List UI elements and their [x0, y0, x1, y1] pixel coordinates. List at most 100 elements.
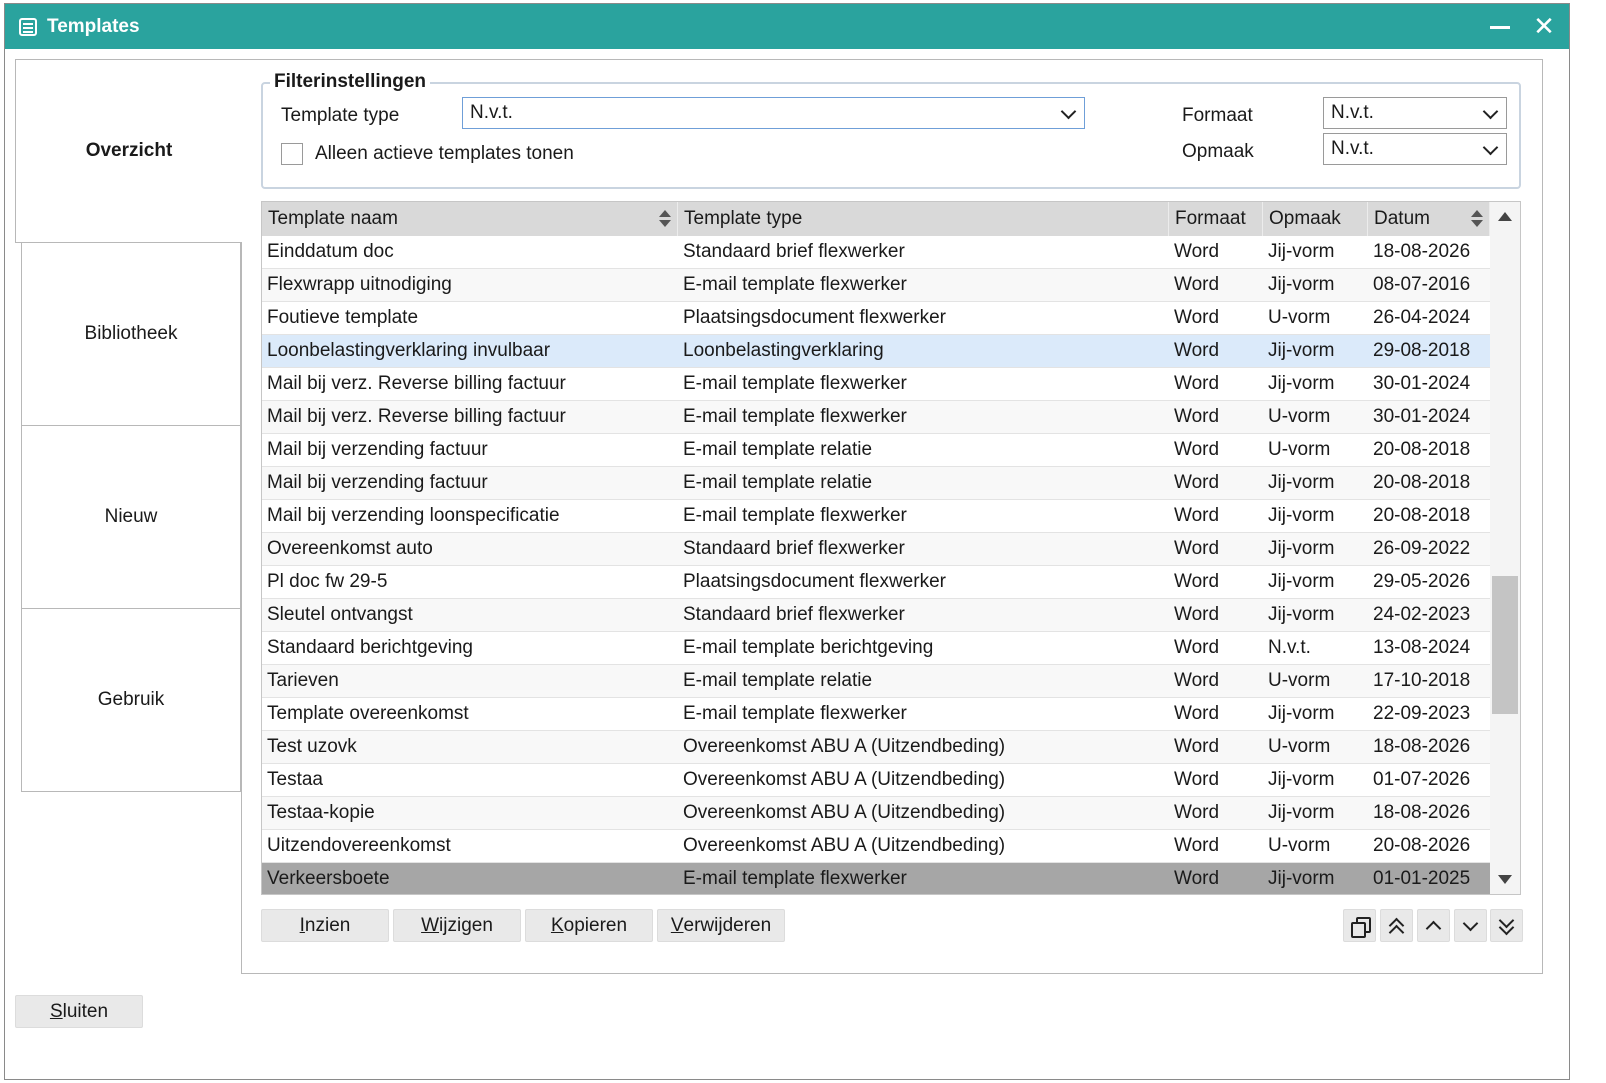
table-row[interactable]: Standaard berichtgeving E-mail template b…: [262, 632, 1490, 665]
table-row[interactable]: Pl doc fw 29-5 Plaatsingsdocument flexwer…: [262, 566, 1490, 599]
move-to-bottom-button[interactable]: [1490, 909, 1523, 942]
cell-template-type: E-mail template flexwerker: [683, 505, 907, 526]
table-row[interactable]: Uitzendovereenkomst Overeenkomst ABU A (U…: [262, 830, 1490, 863]
copy-button[interactable]: [1343, 909, 1376, 942]
minimize-button[interactable]: [1483, 10, 1517, 42]
table-row[interactable]: Loonbelastingverklaring invulbaar Loonbel…: [262, 335, 1490, 368]
cell-datum: 29-08-2018: [1373, 340, 1471, 361]
inzien-button[interactable]: Inzien: [261, 909, 389, 942]
filter-legend: Filterinstellingen: [270, 71, 431, 93]
cell-template-type: Plaatsingsdocument flexwerker: [683, 307, 946, 328]
table-row[interactable]: Verkeersboete E-mail template flexwerker W…: [262, 863, 1490, 894]
scroll-up-icon[interactable]: [1498, 212, 1512, 221]
cell-datum: 30-01-2024: [1373, 373, 1471, 394]
scroll-down-icon[interactable]: [1498, 875, 1512, 884]
cell-opmaak: Jij-vorm: [1268, 241, 1335, 262]
cell-formaat: Word: [1174, 373, 1220, 394]
cell-formaat: Word: [1174, 670, 1220, 691]
cell-opmaak: Jij-vorm: [1268, 802, 1335, 823]
table-row[interactable]: Testaa-kopie Overeenkomst ABU A (Uitzendb…: [262, 797, 1490, 830]
table-row[interactable]: Mail bij verz. Reverse billing factuur E-…: [262, 401, 1490, 434]
table-row[interactable]: Mail bij verz. Reverse billing factuur E-…: [262, 368, 1490, 401]
button-label: ijzigen: [439, 914, 493, 936]
cell-template-naam: Mail bij verz. Reverse billing factuur: [267, 406, 566, 427]
only-active-label: Alleen actieve templates tonen: [315, 143, 574, 164]
cell-formaat: Word: [1174, 637, 1220, 658]
cell-datum: 18-08-2026: [1373, 802, 1471, 823]
cell-template-type: E-mail template flexwerker: [683, 868, 907, 889]
cell-formaat: Word: [1174, 241, 1220, 262]
column-header-formaat[interactable]: Formaat: [1169, 202, 1263, 236]
cell-template-type: E-mail template flexwerker: [683, 406, 907, 427]
table-row[interactable]: Mail bij verzending loonspecificatie E-ma…: [262, 500, 1490, 533]
template-type-value: N.v.t.: [470, 102, 513, 123]
cell-template-type: Loonbelastingverklaring: [683, 340, 884, 361]
cell-template-naam: Foutieve template: [267, 307, 419, 328]
column-header-datum[interactable]: Datum: [1368, 202, 1490, 236]
cell-opmaak: U-vorm: [1268, 736, 1331, 757]
only-active-checkbox[interactable]: [281, 143, 303, 165]
chevron-down-icon: [1482, 103, 1499, 120]
cell-datum: 18-08-2026: [1373, 241, 1471, 262]
table-row[interactable]: Mail bij verzending factuur E-mail templa…: [262, 434, 1490, 467]
column-header-template-type[interactable]: Template type: [678, 202, 1169, 236]
mnemonic: V: [670, 914, 684, 936]
cell-opmaak: Jij-vorm: [1268, 703, 1335, 724]
templates-app-icon: [19, 17, 37, 36]
template-type-select[interactable]: N.v.t.: [462, 97, 1085, 129]
table-row[interactable]: Flexwrapp uitnodiging E-mail template fle…: [262, 269, 1490, 302]
move-up-button[interactable]: [1417, 909, 1450, 942]
cell-template-naam: Verkeersboete: [267, 868, 390, 889]
cell-datum: 01-07-2026: [1373, 769, 1471, 790]
cell-formaat: Word: [1174, 802, 1220, 823]
tab-label: Bibliotheek: [84, 323, 178, 344]
vertical-scrollbar[interactable]: [1490, 202, 1520, 894]
table-row[interactable]: Template overeenkomst E-mail template fle…: [262, 698, 1490, 731]
cell-template-naam: Mail bij verzending factuur: [267, 439, 488, 460]
cell-template-naam: Overeenkomst auto: [267, 538, 433, 559]
tab-overzicht[interactable]: Overzicht: [15, 59, 242, 243]
table-row[interactable]: Einddatum doc Standaard brief flexwerker W…: [262, 236, 1490, 269]
cell-template-naam: Testaa-kopie: [267, 802, 375, 823]
table-row[interactable]: Mail bij verzending factuur E-mail templa…: [262, 467, 1490, 500]
chevron-up-icon: [1425, 920, 1442, 936]
column-header-template-naam[interactable]: Template naam: [262, 202, 678, 236]
close-window-button[interactable]: ✕: [1527, 10, 1561, 42]
filter-settings: Filterinstellingen Template type N.v.t. …: [261, 71, 1521, 189]
minimize-icon: [1490, 25, 1510, 29]
cell-opmaak: Jij-vorm: [1268, 373, 1335, 394]
table-row[interactable]: Sleutel ontvangst Standaard brief flexwer…: [262, 599, 1490, 632]
sort-icon: [659, 210, 671, 228]
move-to-top-button[interactable]: [1380, 909, 1413, 942]
cell-datum: 20-08-2018: [1373, 472, 1471, 493]
tab-bibliotheek[interactable]: Bibliotheek: [21, 242, 241, 426]
sluiten-button[interactable]: Sluiten: [15, 995, 143, 1028]
table-row[interactable]: Foutieve template Plaatsingsdocument flex…: [262, 302, 1490, 335]
opmaak-select[interactable]: N.v.t.: [1323, 133, 1507, 165]
cell-datum: 18-08-2026: [1373, 736, 1471, 757]
cell-datum: 29-05-2026: [1373, 571, 1471, 592]
table-row[interactable]: Test uzovk Overeenkomst ABU A (Uitzendbed…: [262, 731, 1490, 764]
tab-nieuw[interactable]: Nieuw: [21, 425, 241, 609]
formaat-value: N.v.t.: [1331, 102, 1374, 123]
table-row[interactable]: Overeenkomst auto Standaard brief flexwer…: [262, 533, 1490, 566]
double-chevron-up-icon: [1388, 917, 1404, 940]
cell-template-naam: Testaa: [267, 769, 323, 790]
table-row[interactable]: Tarieven E-mail template relatie Word U-vor…: [262, 665, 1490, 698]
cell-template-naam: Standaard berichtgeving: [267, 637, 473, 658]
verwijderen-button[interactable]: Verwijderen: [657, 909, 785, 942]
cell-template-naam: Sleutel ontvangst: [267, 604, 413, 625]
column-header-opmaak[interactable]: Opmaak: [1263, 202, 1368, 236]
cell-datum: 26-09-2022: [1373, 538, 1471, 559]
kopieren-button[interactable]: Kopieren: [525, 909, 653, 942]
table-row[interactable]: Testaa Overeenkomst ABU A (Uitzendbeding)…: [262, 764, 1490, 797]
scroll-thumb[interactable]: [1492, 576, 1518, 714]
sort-icon: [1471, 210, 1483, 228]
move-down-button[interactable]: [1454, 909, 1487, 942]
formaat-select[interactable]: N.v.t.: [1323, 97, 1507, 129]
button-label: erwijderen: [683, 914, 772, 936]
wijzigen-button[interactable]: Wijzigen: [393, 909, 521, 942]
tab-label: Overzicht: [85, 140, 173, 161]
tab-gebruik[interactable]: Gebruik: [21, 608, 241, 792]
cell-template-type: Overeenkomst ABU A (Uitzendbeding): [683, 802, 1006, 823]
